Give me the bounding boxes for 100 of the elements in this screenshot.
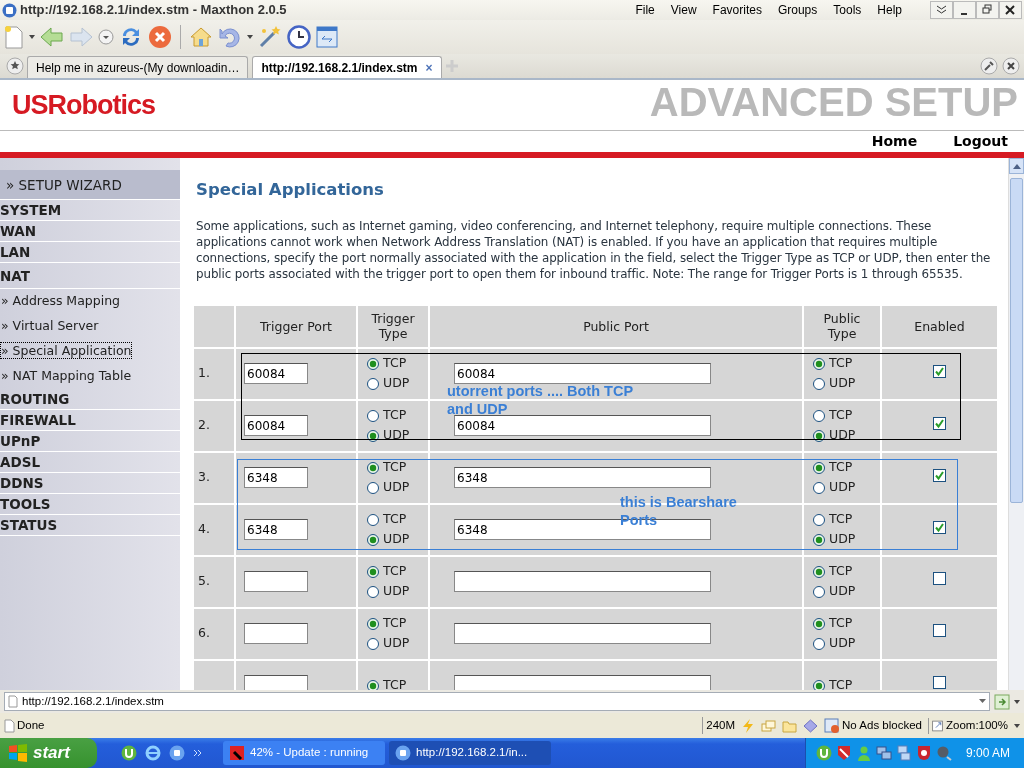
sidebar-item[interactable]: UPnP (0, 433, 41, 449)
radio-button[interactable] (367, 461, 379, 474)
sidebar-item[interactable]: LAN (0, 244, 31, 260)
sidebar-item[interactable]: » Address Mapping (1, 293, 121, 308)
port-field[interactable]: 6348 (244, 467, 308, 489)
radio-button[interactable] (367, 481, 379, 494)
network-icon[interactable] (875, 745, 892, 761)
sidebar-item[interactable]: TOOLS (0, 496, 51, 512)
menu-item[interactable]: Help (877, 1, 902, 19)
go-icon[interactable] (994, 693, 1010, 710)
radio-button[interactable] (367, 533, 379, 546)
sidebar-item[interactable]: NAT (0, 268, 30, 284)
sidebar-item[interactable]: » Virtual Server (1, 318, 99, 333)
sidebar-item[interactable]: DDNS (0, 475, 44, 491)
port-field[interactable]: 60084 (244, 415, 308, 437)
port-field[interactable]: 60084 (244, 363, 308, 385)
checkbox[interactable] (933, 417, 946, 431)
radio-button[interactable] (813, 461, 825, 474)
radio-button[interactable] (813, 637, 825, 650)
radio-button[interactable] (367, 565, 379, 578)
radio-button[interactable] (813, 585, 825, 598)
nav-link[interactable]: Logout (953, 131, 1008, 152)
globe-icon[interactable] (145, 745, 161, 761)
zoom-text[interactable]: Zoom:100% (946, 716, 1008, 735)
menu-item[interactable]: View (670, 1, 697, 19)
menu-item[interactable]: Tools (833, 1, 862, 19)
ad-block-icon[interactable] (824, 717, 841, 734)
chevron-icon[interactable] (930, 1, 953, 19)
radio-button[interactable] (367, 513, 379, 526)
scrollbar[interactable] (1008, 158, 1024, 690)
caret-icon[interactable] (1014, 698, 1020, 705)
port-field[interactable] (244, 675, 308, 690)
shield-icon[interactable] (835, 745, 852, 761)
close-tab-icon[interactable]: × (425, 58, 433, 77)
port-field[interactable] (454, 571, 711, 593)
browser-tab[interactable]: Help me in azureus-(My downloadin… (27, 56, 249, 78)
dropdown-icon[interactable] (98, 29, 114, 45)
port-field[interactable] (454, 675, 711, 690)
sidebar-item[interactable]: ADSL (0, 454, 40, 470)
taskbar-button[interactable]: http://192.168.2.1/in... (389, 741, 551, 765)
start-button[interactable]: start (0, 738, 97, 768)
stop-icon[interactable] (148, 25, 172, 49)
menu-item[interactable]: Favorites (712, 1, 762, 19)
torrent-icon[interactable] (815, 745, 832, 761)
sidebar-item[interactable]: FIREWALL (0, 412, 76, 428)
sidebar-item[interactable]: SYSTEM (0, 202, 62, 218)
sidebar-item[interactable]: WAN (0, 223, 37, 239)
port-field[interactable]: 60084 (454, 415, 711, 437)
sidebar-item[interactable]: ROUTING (0, 391, 70, 407)
port-field[interactable] (454, 623, 711, 645)
port-field[interactable]: 6348 (454, 467, 711, 489)
browser-icon[interactable] (169, 745, 185, 761)
radio-button[interactable] (813, 357, 825, 370)
scroll-up-icon[interactable] (1012, 163, 1021, 169)
radio-button[interactable] (813, 565, 825, 578)
radio-button[interactable] (813, 513, 825, 526)
radio-button[interactable] (813, 429, 825, 442)
wrench-icon[interactable] (980, 57, 998, 75)
taskbar-button[interactable]: 42% - Update : running (223, 741, 385, 765)
radio-button[interactable] (813, 533, 825, 546)
nav-link[interactable]: Home (871, 131, 918, 152)
port-field[interactable] (244, 571, 308, 593)
menu-item[interactable]: Groups (777, 1, 818, 19)
sidebar-item[interactable]: » Special Application (1, 343, 132, 358)
radio-button[interactable] (367, 637, 379, 650)
radio-button[interactable] (813, 377, 825, 390)
caret-icon[interactable] (247, 34, 253, 40)
radio-button[interactable] (367, 409, 379, 422)
chevron-icon[interactable] (193, 748, 203, 758)
radio-button[interactable] (367, 429, 379, 442)
caret-icon[interactable] (1014, 722, 1020, 729)
radio-button[interactable] (367, 377, 379, 390)
minimize-button[interactable] (953, 1, 976, 19)
shield-icon[interactable] (915, 745, 932, 761)
magic-wand-icon[interactable] (258, 25, 282, 49)
zoom-icon[interactable] (928, 717, 944, 734)
radio-button[interactable] (367, 617, 379, 630)
close-button[interactable] (999, 1, 1022, 19)
caret-icon[interactable] (29, 34, 35, 40)
restore-button[interactable] (976, 1, 999, 19)
network-icon[interactable] (895, 745, 912, 761)
favorites-icon[interactable] (6, 57, 24, 75)
radio-button[interactable] (813, 409, 825, 422)
port-field[interactable]: 6348 (244, 519, 308, 541)
radio-button[interactable] (367, 357, 379, 370)
close-icon[interactable] (1002, 57, 1020, 75)
radio-button[interactable] (813, 617, 825, 630)
radio-button[interactable] (367, 585, 379, 598)
port-field[interactable]: 60084 (454, 363, 711, 385)
checkbox[interactable] (933, 521, 946, 535)
browser-tab[interactable]: http://192.168.2.1/index.stm × (252, 56, 442, 78)
sidebar-item[interactable]: STATUS (0, 517, 58, 533)
checkbox[interactable] (933, 624, 946, 638)
checkbox[interactable] (933, 572, 946, 586)
checkbox[interactable] (933, 365, 946, 379)
window-icon[interactable] (316, 26, 338, 48)
checkbox[interactable] (933, 676, 946, 690)
sidebar-item[interactable]: » NAT Mapping Table (1, 368, 132, 383)
radio-button[interactable] (813, 481, 825, 494)
torrent-icon[interactable] (121, 745, 137, 761)
